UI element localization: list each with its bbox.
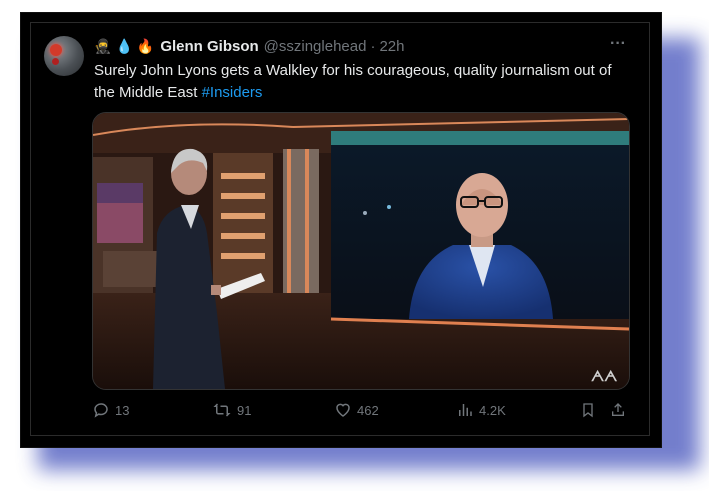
tweet-actions: 13 91 462 4.2K bbox=[92, 398, 632, 422]
abc-watermark-icon: ᗅᗅ bbox=[591, 369, 617, 385]
more-options-icon[interactable]: ··· bbox=[606, 36, 630, 56]
fire-emoji-icon: 🔥 bbox=[136, 38, 155, 54]
bookmark-button[interactable] bbox=[580, 398, 596, 422]
share-icon bbox=[612, 403, 624, 416]
separator-dot: · bbox=[370, 37, 376, 55]
bookmark-icon bbox=[583, 403, 593, 418]
droplet-emoji-icon: 💧 bbox=[115, 38, 133, 54]
reply-count: 13 bbox=[115, 402, 130, 418]
avatar-red-light-small bbox=[52, 58, 59, 65]
reply-icon bbox=[94, 403, 108, 418]
display-name[interactable]: Glenn Gibson bbox=[160, 38, 258, 55]
repost-icon bbox=[213, 403, 231, 417]
tweet-header: 🥷 💧 🔥 Glenn Gibson @sszinglehead · 22h bbox=[94, 36, 404, 56]
views-button[interactable]: 4.2K bbox=[456, 398, 506, 422]
like-button[interactable]: 462 bbox=[334, 398, 379, 422]
hashtag-link[interactable]: #Insiders bbox=[202, 84, 263, 101]
share-button[interactable] bbox=[610, 398, 626, 422]
tweet-text: Surely John Lyons gets a Walkley for his… bbox=[94, 60, 634, 104]
reply-button[interactable]: 13 bbox=[92, 398, 129, 422]
views-count: 4.2K bbox=[479, 402, 506, 418]
avatar[interactable] bbox=[44, 36, 84, 76]
repost-count: 91 bbox=[237, 402, 252, 418]
tweet-timestamp[interactable]: 22h bbox=[379, 38, 404, 55]
repost-button[interactable]: 91 bbox=[212, 398, 251, 422]
avatar-red-light bbox=[50, 44, 62, 56]
tweet-text-body: Surely John Lyons gets a Walkley for his… bbox=[94, 62, 612, 101]
tv-studio-scene: ᗅᗅ bbox=[93, 113, 629, 389]
tweet-media-video[interactable]: ᗅᗅ bbox=[92, 112, 630, 390]
ninja-emoji-icon: 🥷 bbox=[94, 38, 112, 54]
like-count: 462 bbox=[357, 402, 379, 418]
heart-icon bbox=[336, 403, 350, 417]
user-handle[interactable]: @sszinglehead bbox=[264, 38, 367, 55]
views-chart-icon bbox=[459, 404, 472, 416]
